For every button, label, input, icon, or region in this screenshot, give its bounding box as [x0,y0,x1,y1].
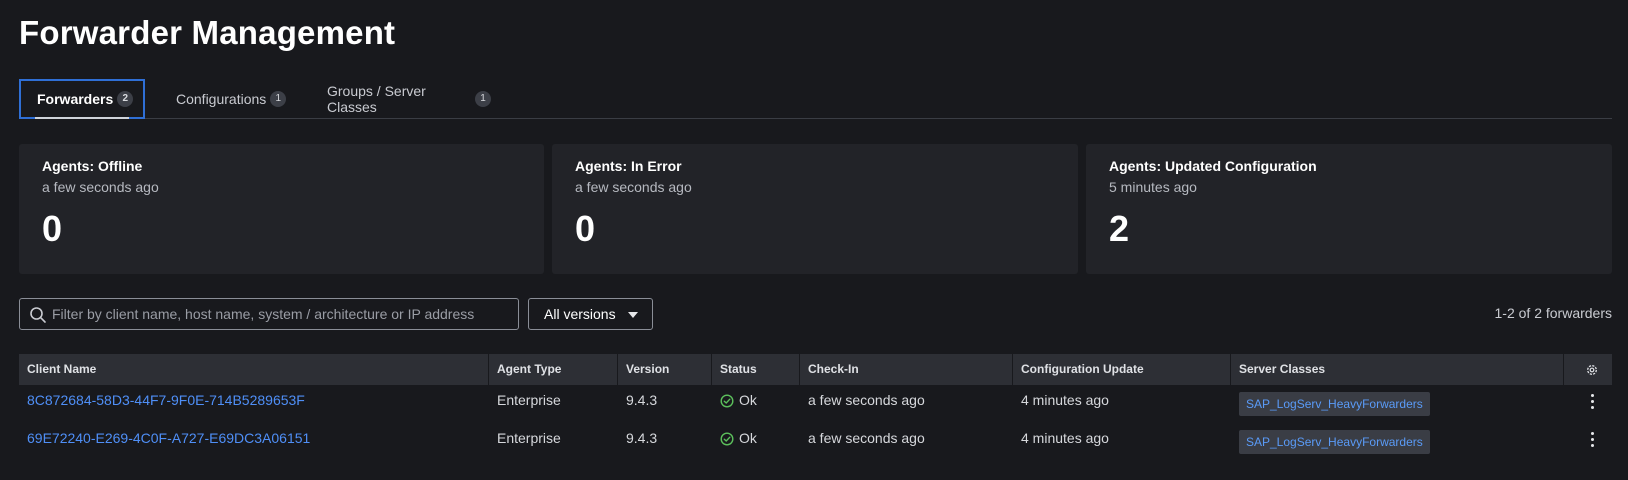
column-header-client-name[interactable]: Client Name [19,354,489,385]
row-actions-button[interactable] [1564,385,1612,423]
server-classes-cell: SAP_LogServ_HeavyForwarders [1231,385,1564,423]
gear-icon [1572,354,1612,377]
check-circle-icon [720,431,734,446]
active-tab-indicator [35,117,129,119]
filter-input[interactable] [52,299,512,329]
card-value: 0 [575,208,596,249]
caret-down-icon [628,312,638,318]
card-timestamp: a few seconds ago [42,179,159,195]
client-name-cell: 69E72240-E269-4C0F-A727-E69DC3A06151 [19,423,489,461]
agents-updated-configuration-card: Agents: Updated Configuration 5 minutes … [1086,144,1612,274]
table-row: 8C872684-58D3-44F7-9F0E-714B5289653F Ent… [19,385,1612,423]
tab-groups-server-classes[interactable]: Groups / Server Classes 1 [311,79,507,119]
tab-count-badge: 1 [475,91,491,107]
column-header-check-in[interactable]: Check-In [800,354,1013,385]
kebab-menu-icon [1577,423,1607,447]
server-class-tag[interactable]: SAP_LogServ_HeavyForwarders [1239,392,1430,416]
forwarder-management-page: Forwarder Management Forwarders 2 Config… [0,0,1628,480]
client-name-cell: 8C872684-58D3-44F7-9F0E-714B5289653F [19,385,489,423]
search-icon [30,307,46,323]
card-title: Agents: Offline [42,158,143,174]
version-select[interactable]: All versions [528,298,653,330]
card-timestamp: a few seconds ago [575,179,692,195]
forwarders-table: Client Name Agent Type Version Status Ch… [19,354,1612,461]
tab-label: Forwarders [37,91,114,107]
kebab-menu-icon [1577,385,1607,409]
column-header-server-classes[interactable]: Server Classes [1231,354,1564,385]
agents-in-error-card: Agents: In Error a few seconds ago 0 [552,144,1078,274]
check-in-cell: a few seconds ago [808,392,925,408]
client-name-link[interactable]: 8C872684-58D3-44F7-9F0E-714B5289653F [27,392,305,408]
tab-count-badge: 2 [117,91,134,107]
server-classes-cell: SAP_LogServ_HeavyForwarders [1231,423,1564,461]
status-text: Ok [739,392,757,408]
card-title: Agents: Updated Configuration [1109,158,1317,174]
row-actions-button[interactable] [1564,423,1612,461]
column-header-agent-type[interactable]: Agent Type [489,354,618,385]
tab-bar: Forwarders 2 Configurations 1 Groups / S… [19,79,1612,119]
tab-configurations[interactable]: Configurations 1 [160,79,301,119]
version-select-value: All versions [544,306,616,322]
tab-forwarders[interactable]: Forwarders 2 [19,79,145,119]
column-header-version[interactable]: Version [618,354,712,385]
agent-type-cell: Enterprise [497,430,561,446]
column-header-configuration-update[interactable]: Configuration Update [1013,354,1231,385]
table-header: Client Name Agent Type Version Status Ch… [19,354,1612,385]
filter-search-box [19,298,519,330]
tab-label: Configurations [176,91,267,107]
results-count: 1-2 of 2 forwarders [1494,305,1613,321]
version-cell: 9.4.3 [626,392,658,408]
version-cell: 9.4.3 [626,430,658,446]
config-update-cell: 4 minutes ago [1021,392,1109,408]
tab-count-badge: 1 [270,91,287,107]
client-name-link[interactable]: 69E72240-E269-4C0F-A727-E69DC3A06151 [27,430,310,446]
check-circle-icon [720,393,734,408]
page-title: Forwarder Management [19,14,396,51]
server-class-tag[interactable]: SAP_LogServ_HeavyForwarders [1239,430,1430,454]
agent-type-cell: Enterprise [497,392,561,408]
config-update-cell: 4 minutes ago [1021,430,1109,446]
table-row: 69E72240-E269-4C0F-A727-E69DC3A06151 Ent… [19,423,1612,461]
check-in-cell: a few seconds ago [808,430,925,446]
tab-label: Groups / Server Classes [327,83,426,115]
card-timestamp: 5 minutes ago [1109,179,1197,195]
card-title: Agents: In Error [575,158,682,174]
status-cell: Ok [712,423,800,461]
status-cell: Ok [712,385,800,423]
status-text: Ok [739,430,757,446]
column-header-status[interactable]: Status [712,354,800,385]
card-value: 2 [1109,208,1130,249]
card-value: 0 [42,208,63,249]
agents-offline-card: Agents: Offline a few seconds ago 0 [19,144,544,274]
column-settings-button[interactable] [1564,354,1612,385]
